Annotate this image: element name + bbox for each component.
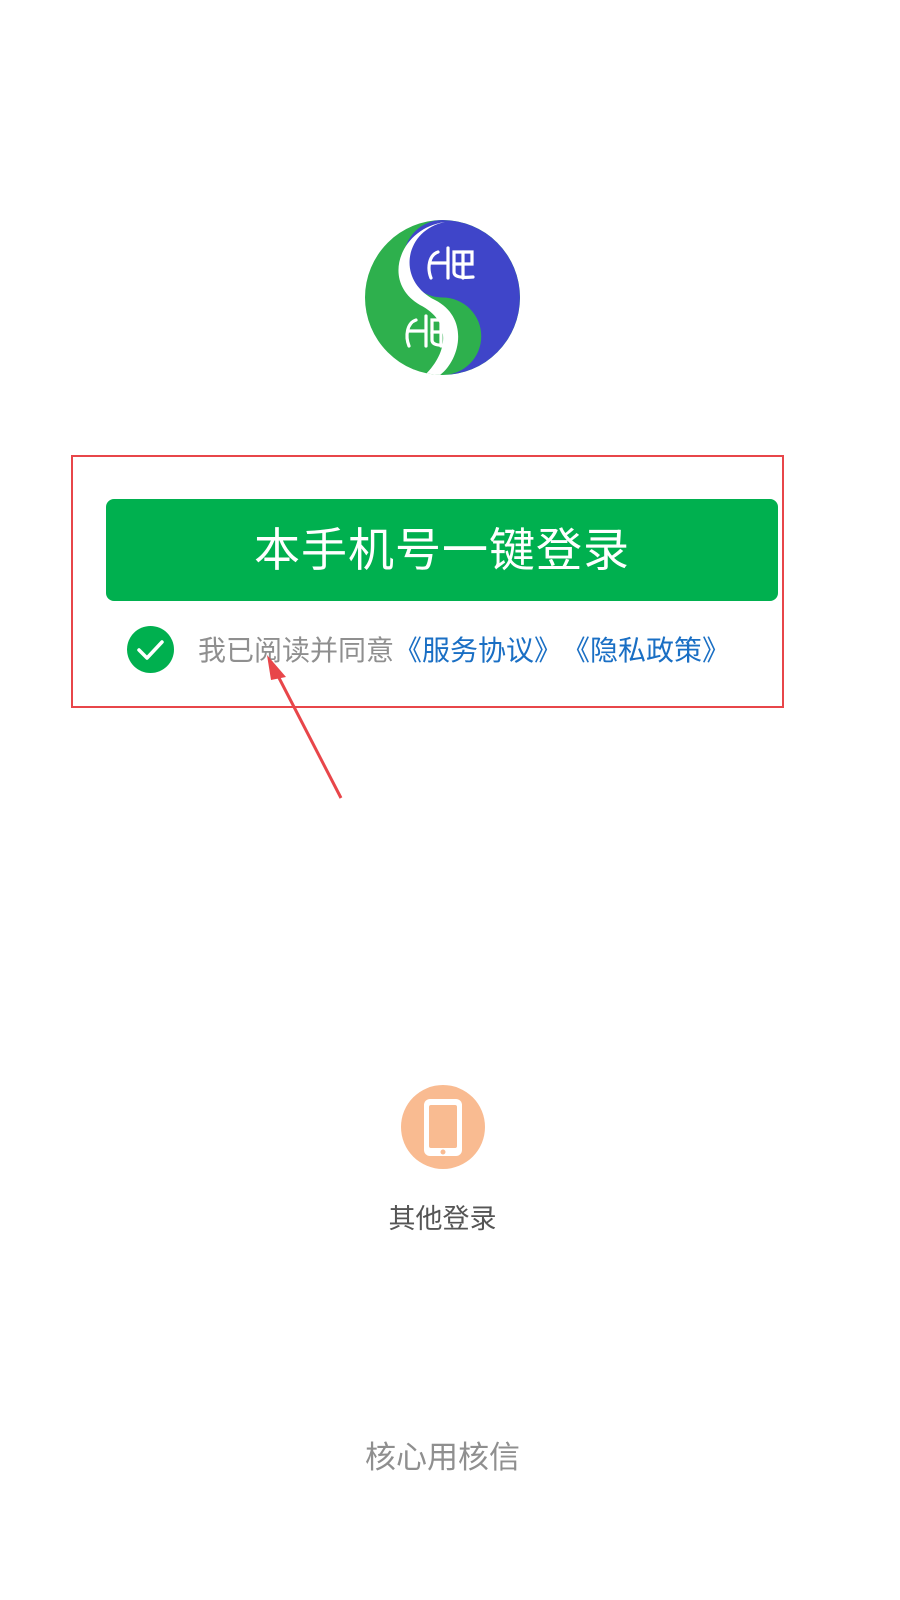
annotation-arrow (267, 655, 343, 799)
service-agreement-link[interactable]: 《服务协议》 (394, 629, 562, 669)
agreement-row: 我已阅读并同意 《服务协议》 《隐私政策》 (127, 625, 730, 673)
other-login-button[interactable] (401, 1085, 485, 1169)
privacy-policy-link[interactable]: 《隐私政策》 (562, 629, 730, 669)
checkmark-circle-icon[interactable] (127, 625, 174, 673)
other-login-label[interactable]: 其他登录 (340, 1197, 545, 1236)
phone-icon (424, 1099, 462, 1156)
app-logo (365, 220, 520, 375)
one-click-login-button[interactable]: 本手机号一键登录 (106, 499, 778, 601)
footer-slogan: 核心用核信 (365, 1440, 520, 1476)
